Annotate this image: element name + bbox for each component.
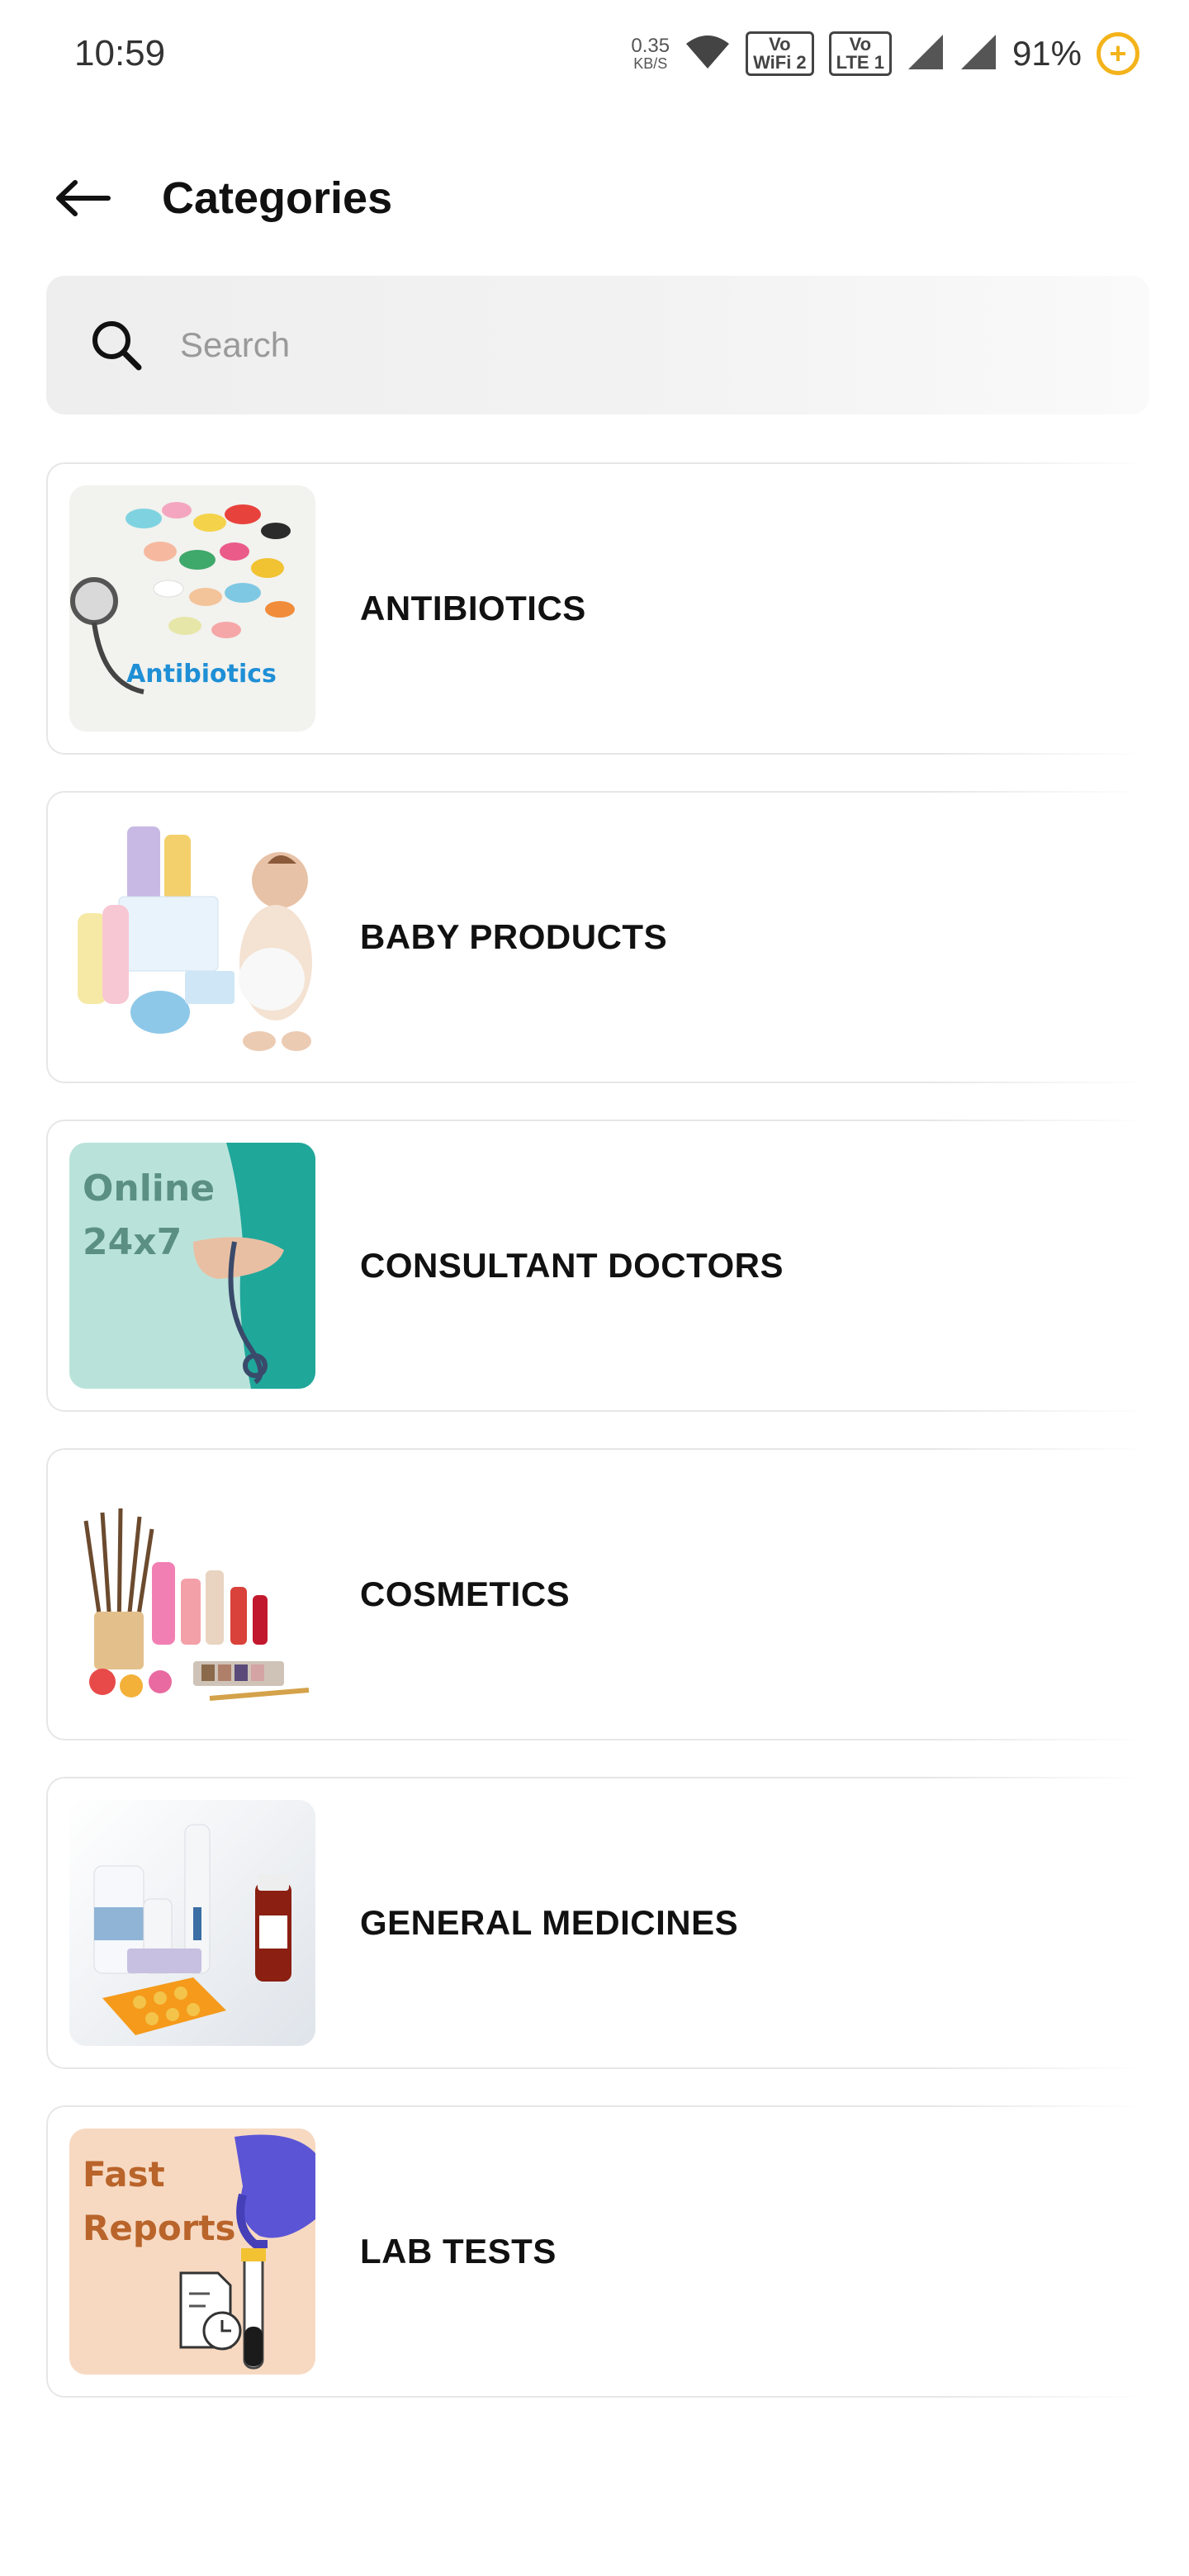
lab-thumb-line2: Reports xyxy=(83,2208,236,2248)
category-card-general-medicines[interactable]: GENERAL MEDICINES xyxy=(46,1777,1149,2069)
volte-badge-top: Vo xyxy=(849,34,872,54)
consultant-doctors-thumbnail: Online 24x7 xyxy=(69,1143,315,1389)
battery-saver-symbol: + xyxy=(1109,36,1127,70)
page-title: Categories xyxy=(162,173,393,223)
search-input[interactable] xyxy=(180,325,1006,365)
category-card-baby-products[interactable]: BABY PRODUCTS xyxy=(46,791,1149,1083)
signal-icon-2 xyxy=(959,33,997,75)
antibiotics-thumbnail: Antibiotics xyxy=(69,485,315,732)
search-icon[interactable] xyxy=(86,315,147,376)
search-bar[interactable] xyxy=(46,276,1149,414)
wifi-icon xyxy=(685,34,731,74)
category-card-cosmetics[interactable]: COSMETICS xyxy=(46,1448,1149,1740)
category-label: COSMETICS xyxy=(360,1574,571,1613)
network-speed: 0.35 KB/S xyxy=(631,35,670,72)
category-label: BABY PRODUCTS xyxy=(360,917,668,956)
vowifi-badge-bottom: WiFi 2 xyxy=(753,52,807,73)
back-button[interactable] xyxy=(50,165,116,231)
category-label: CONSULTANT DOCTORS xyxy=(360,1246,784,1285)
network-speed-unit: KB/S xyxy=(633,55,668,72)
category-label: ANTIBIOTICS xyxy=(360,589,586,627)
consult-thumb-line2: 24x7 xyxy=(83,1221,182,1263)
battery-percent: 91% xyxy=(1011,34,1082,73)
category-card-lab-tests[interactable]: Fast Reports LAB TESTS xyxy=(46,2105,1149,2398)
category-list: Antibiotics ANTIBIOTICS BABY PRODUCTS On… xyxy=(46,462,1149,2434)
lab-thumb-line1: Fast xyxy=(83,2154,165,2195)
lab-tests-thumbnail: Fast Reports xyxy=(69,2129,315,2375)
status-time: 10:59 xyxy=(74,33,166,73)
category-label: LAB TESTS xyxy=(360,2232,557,2271)
arrow-left-icon xyxy=(56,180,111,216)
status-icons: 0.35 KB/S Vo WiFi 2 Vo LTE 1 91% + xyxy=(631,31,1139,76)
consult-thumb-line1: Online xyxy=(83,1167,215,1210)
battery-saver-icon: + xyxy=(1097,32,1139,75)
app-header: Categories xyxy=(0,149,1189,248)
category-card-consultant-doctors[interactable]: Online 24x7 CONSULTANT DOCTORS xyxy=(46,1120,1149,1412)
category-label: GENERAL MEDICINES xyxy=(360,1903,739,1942)
vowifi-badge-top: Vo xyxy=(769,34,791,54)
status-bar: 10:59 0.35 KB/S Vo WiFi 2 Vo LTE 1 91% + xyxy=(0,0,1189,107)
volte-badge-bottom: LTE 1 xyxy=(836,52,884,73)
vowifi-badge: Vo WiFi 2 xyxy=(746,31,814,76)
antibiotics-thumb-text: Antibiotics xyxy=(126,660,277,689)
cosmetics-thumbnail xyxy=(69,1471,315,1717)
signal-icon-1 xyxy=(907,33,945,75)
baby-products-thumbnail xyxy=(69,814,315,1060)
network-speed-value: 0.35 xyxy=(631,35,670,57)
category-card-antibiotics[interactable]: Antibiotics ANTIBIOTICS xyxy=(46,462,1149,755)
general-medicines-thumbnail xyxy=(69,1800,315,2046)
volte-badge: Vo LTE 1 xyxy=(828,31,892,76)
